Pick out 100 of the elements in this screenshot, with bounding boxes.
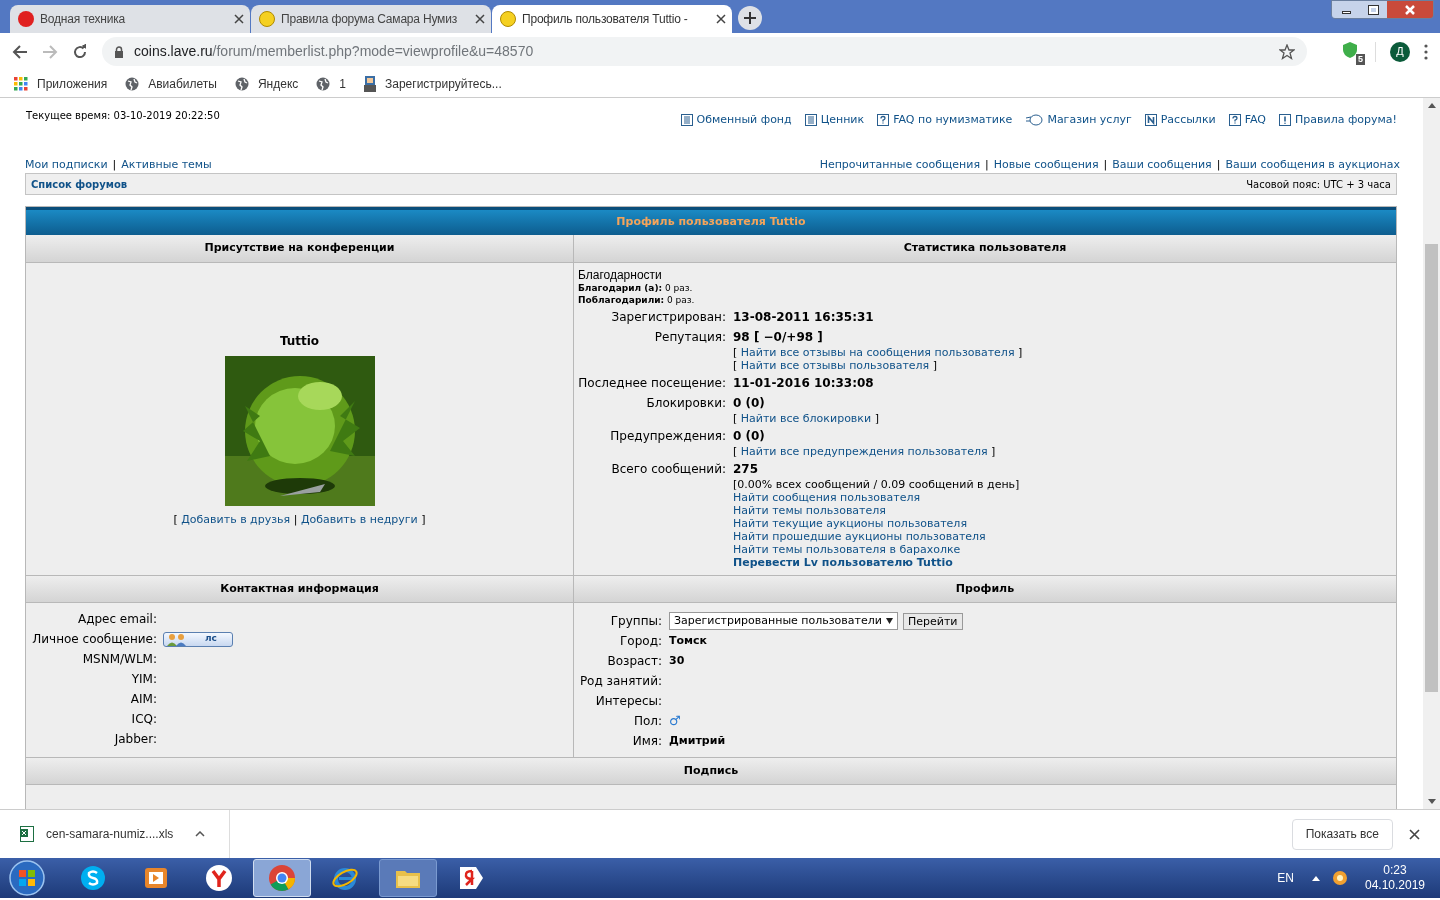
close-icon[interactable] <box>234 14 244 24</box>
private-message-button[interactable]: лс <box>163 631 233 647</box>
tray-app-icon[interactable] <box>1332 870 1348 886</box>
profile-avatar[interactable]: Д <box>1390 41 1410 62</box>
browser-tab[interactable]: Правила форума Самара Нумиз <box>251 5 491 33</box>
browser-tab[interactable]: Профиль пользователя Tuttio - <box>492 5 732 33</box>
top-link[interactable]: Ваши сообщения <box>1112 157 1212 172</box>
scrollbar[interactable] <box>1423 98 1440 809</box>
search-link[interactable]: Найти темы пользователя в барахолке <box>733 543 961 556</box>
timezone: Часовой пояс: UTC + 3 часа <box>1246 177 1391 192</box>
stat-link-line: [ Найти все отзывы пользователя ] <box>733 359 937 372</box>
language-indicator[interactable]: EN <box>1277 869 1294 887</box>
stat-label: Блокировки: <box>645 395 726 412</box>
close-icon <box>1404 4 1416 15</box>
tab-title: Правила форума Самара Нумиз <box>281 11 458 28</box>
close-icon[interactable] <box>475 14 485 24</box>
transfer-link[interactable]: Перевести Lv пользователю Tuttio <box>733 556 953 569</box>
search-link[interactable]: Найти все отзывы на сообщения пользователя <box>740 346 1015 359</box>
yandex-browser-icon[interactable] <box>457 864 485 892</box>
profile-label: Группы: <box>609 613 662 630</box>
yandex-icon[interactable] <box>205 864 233 892</box>
reload-icon[interactable] <box>72 43 88 60</box>
top-link[interactable]: Непрочитанные сообщения <box>819 157 981 172</box>
stat-label: Зарегистрирован: <box>610 309 726 326</box>
scroll-down-icon[interactable] <box>1427 799 1436 804</box>
star-icon[interactable] <box>1279 43 1295 60</box>
bookmark[interactable]: Приложения <box>14 74 108 93</box>
top-link[interactable]: Активные темы <box>121 157 212 172</box>
nav-link[interactable]: FAQ <box>1228 112 1266 129</box>
close-window-button[interactable] <box>1387 1 1433 18</box>
help-icon <box>877 114 890 127</box>
column-header: Подпись <box>26 757 1396 785</box>
separator: | <box>1216 157 1221 172</box>
search-link[interactable]: Найти прошедшие аукционы пользователя <box>733 530 986 543</box>
close-icon[interactable] <box>1409 828 1420 840</box>
download-filename: cen-samara-numiz....xls <box>46 826 174 843</box>
stat-value: 13-08-2011 16:35:31 <box>733 309 874 326</box>
start-icon[interactable] <box>8 859 46 897</box>
nav-link[interactable]: Правила форума! <box>1279 112 1397 129</box>
scroll-thumb[interactable] <box>1425 244 1438 692</box>
bookmark[interactable]: Зарегистрируйтесь... <box>364 74 502 93</box>
search-link[interactable]: Найти сообщения пользователя <box>733 491 921 504</box>
column-header: Статистика пользователя <box>574 235 1396 263</box>
stat-label: Предупреждения: <box>609 428 726 445</box>
search-link[interactable]: Найти все отзывы пользователя <box>740 359 930 372</box>
profile-value: Томск <box>669 632 709 649</box>
bookmark[interactable]: Авиабилеты <box>125 74 217 93</box>
group-select[interactable]: Зарегистрированные пользователи <box>669 612 898 630</box>
globe-icon <box>234 76 249 91</box>
minimize-button[interactable] <box>1332 1 1360 18</box>
stat-label: Всего сообщений: <box>610 461 726 478</box>
nav-link[interactable]: Ценник <box>804 112 865 129</box>
new-tab-icon[interactable] <box>738 6 762 30</box>
globe-icon <box>125 76 140 91</box>
search-link[interactable]: Найти все блокировки <box>740 412 872 425</box>
contact-label: MSNM/WLM: <box>81 651 157 668</box>
stat-value: 11-01-2016 10:33:08 <box>733 375 874 392</box>
add-foe-link[interactable]: Добавить в недруги <box>300 512 418 526</box>
contact-label: Личное сообщение: <box>31 631 157 648</box>
nav-link[interactable]: Рассылки <box>1144 112 1216 129</box>
stat-value: 0 (0) <box>733 395 765 412</box>
thanks-line: Благодарил (а): 0 раз. <box>578 282 694 294</box>
clock[interactable]: 0:23 04.10.2019 <box>1360 863 1430 893</box>
stat-link-line: [ Найти все отзывы на сообщения пользователя ] <box>733 346 1023 359</box>
tab-title: Водная техника <box>40 11 127 28</box>
maximize-button[interactable] <box>1360 1 1387 18</box>
go-button[interactable]: Перейти <box>903 612 963 630</box>
skype-icon[interactable] <box>79 864 107 892</box>
bookmark[interactable]: 1 <box>316 74 346 93</box>
search-link[interactable]: Найти темы пользователя <box>733 504 886 517</box>
menu-icon[interactable] <box>1424 43 1428 60</box>
contact-label: AIM: <box>129 691 157 708</box>
address-bar[interactable]: coins.lave.ru/forum/memberlist.php?mode=viewprofile&u=48570 <box>102 37 1307 66</box>
search-link[interactable]: Найти текущие аукционы пользователя <box>733 517 967 530</box>
person-icon <box>364 75 376 92</box>
browser-tab[interactable]: Водная техника <box>10 5 250 33</box>
top-link[interactable]: Ваши сообщения в аукционах <box>1225 157 1400 172</box>
chevron-up-icon[interactable] <box>195 831 206 837</box>
top-link[interactable]: Новые сообщения <box>993 157 1099 172</box>
chrome-icon[interactable] <box>268 864 296 892</box>
column-header: Контактная информация <box>26 575 574 603</box>
bookmark[interactable]: Яндекс <box>234 74 299 93</box>
tab-title: Профиль пользователя Tuttio - <box>522 11 689 28</box>
show-all-button[interactable]: Показать все <box>1291 818 1393 850</box>
spreadsheet-icon <box>20 826 34 842</box>
nav-link[interactable]: Магазин услуг <box>1025 112 1132 129</box>
tray-arrow-icon[interactable] <box>1312 875 1320 881</box>
back-icon[interactable] <box>12 43 28 60</box>
top-link[interactable]: Мои подписки <box>25 157 108 172</box>
nav-link[interactable]: FAQ по нумизматике <box>877 112 1013 129</box>
profile-label: Имя: <box>631 733 662 750</box>
add-friend-link[interactable]: Добавить в друзья <box>181 512 291 526</box>
nav-link[interactable]: Обменный фонд <box>680 112 792 129</box>
contact-label: Jabber: <box>113 731 157 748</box>
search-link[interactable]: Найти все предупреждения пользователя <box>740 445 988 458</box>
close-icon[interactable] <box>716 14 726 24</box>
scroll-up-icon[interactable] <box>1427 103 1436 108</box>
site-icon <box>18 11 34 27</box>
breadcrumb-link[interactable]: Список форумов <box>31 176 128 192</box>
profile-label: Город: <box>619 633 662 650</box>
